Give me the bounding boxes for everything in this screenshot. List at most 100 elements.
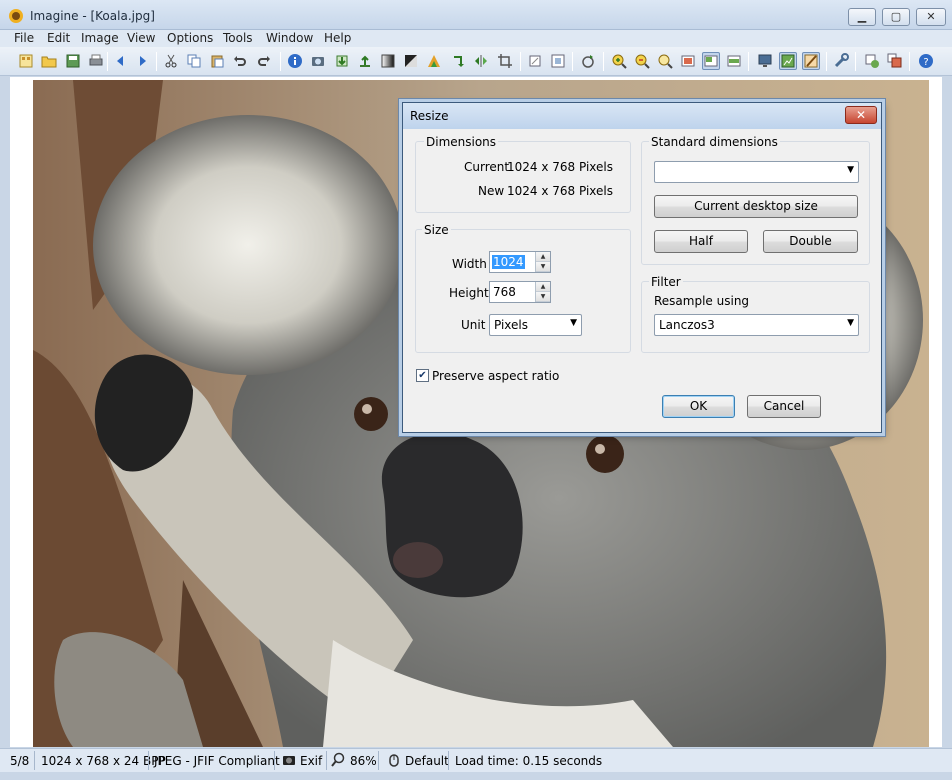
- dimensions-group-label: Dimensions: [424, 135, 499, 149]
- print-icon[interactable]: [87, 52, 105, 70]
- ok-button[interactable]: OK: [662, 395, 735, 418]
- maximize-button[interactable]: ▢: [882, 8, 910, 26]
- menu-window[interactable]: Window: [266, 31, 313, 45]
- contrast-icon[interactable]: [402, 52, 420, 70]
- height-label: Height: [449, 286, 489, 300]
- half-button[interactable]: Half: [654, 230, 748, 253]
- capture-icon[interactable]: [309, 52, 327, 70]
- plugin-icon[interactable]: [863, 52, 881, 70]
- window-bottom-border: [0, 772, 952, 780]
- status-profile: Default: [405, 754, 449, 768]
- toolbar-separator: [826, 52, 827, 71]
- resize-dialog: Resize ✕ Dimensions Current 1024 x 768 P…: [402, 102, 882, 433]
- fit-window-icon[interactable]: [679, 52, 697, 70]
- current-desktop-size-button[interactable]: Current desktop size: [654, 195, 858, 218]
- cancel-button[interactable]: Cancel: [747, 395, 821, 418]
- menu-file[interactable]: File: [14, 31, 34, 45]
- redo-icon[interactable]: [255, 52, 273, 70]
- toolbar-separator: [280, 52, 281, 71]
- height-down-arrow-icon[interactable]: ▼: [536, 292, 550, 302]
- dimensions-group: [415, 141, 631, 213]
- batch-icon[interactable]: [886, 52, 904, 70]
- menu-image[interactable]: Image: [81, 31, 119, 45]
- dialog-close-button[interactable]: ✕: [845, 106, 877, 124]
- color-icon[interactable]: [425, 52, 443, 70]
- previous-icon[interactable]: [111, 52, 129, 70]
- status-separator: [378, 751, 379, 770]
- paste-icon[interactable]: [208, 52, 226, 70]
- width-down-arrow-icon[interactable]: ▼: [536, 262, 550, 272]
- status-exif[interactable]: Exif: [300, 754, 322, 768]
- app-sunflower-icon: [8, 8, 24, 24]
- toolbar-separator: [748, 52, 749, 71]
- cut-icon[interactable]: [162, 52, 180, 70]
- flip-icon[interactable]: [472, 52, 490, 70]
- chevron-down-icon: ▼: [570, 318, 577, 328]
- resample-select[interactable]: Lanczos3 ▼: [654, 314, 859, 336]
- resize-icon[interactable]: [549, 52, 567, 70]
- new-label: New: [478, 184, 505, 198]
- copy-icon[interactable]: [185, 52, 203, 70]
- toolbar-separator: [572, 52, 573, 71]
- open-folder-icon[interactable]: [40, 52, 58, 70]
- resample-label: Resample using: [654, 294, 750, 308]
- menu-edit[interactable]: Edit: [47, 31, 70, 45]
- zoom-in-icon[interactable]: [610, 52, 628, 70]
- width-label: Width: [452, 257, 487, 271]
- zoom-tool-icon[interactable]: [656, 52, 674, 70]
- settings-icon[interactable]: [832, 52, 850, 70]
- monitor-icon[interactable]: [756, 52, 774, 70]
- menu-options[interactable]: Options: [167, 31, 213, 45]
- height-up-arrow-icon[interactable]: ▲: [536, 282, 550, 292]
- zoom-magnifier-icon: [330, 752, 346, 771]
- double-button[interactable]: Double: [763, 230, 858, 253]
- unit-select[interactable]: Pixels ▼: [489, 314, 582, 336]
- menu-tools[interactable]: Tools: [223, 31, 253, 45]
- minimize-button[interactable]: ▁: [848, 8, 876, 26]
- canvas-size-icon[interactable]: [526, 52, 544, 70]
- preserve-aspect-checkbox[interactable]: ✔: [416, 369, 429, 382]
- width-up-arrow-icon[interactable]: ▲: [536, 252, 550, 262]
- unit-label: Unit: [461, 318, 486, 332]
- save-icon[interactable]: [64, 52, 82, 70]
- current-label: Current: [464, 160, 510, 174]
- import-icon[interactable]: [333, 52, 351, 70]
- close-window-button[interactable]: ✕: [916, 8, 946, 26]
- rotate-icon[interactable]: [449, 52, 467, 70]
- crop-icon[interactable]: [496, 52, 514, 70]
- status-image-index: 5/8: [10, 754, 30, 768]
- status-separator: [148, 751, 149, 770]
- current-value: 1024 x 768 Pixels: [507, 160, 613, 174]
- next-icon[interactable]: [134, 52, 152, 70]
- status-dimensions: 1024 x 768 x 24 BPP: [41, 754, 166, 768]
- menu-help[interactable]: Help: [324, 31, 351, 45]
- toolbar-separator: [603, 52, 604, 71]
- thumbnail-icon[interactable]: [17, 52, 35, 70]
- status-separator: [326, 751, 327, 770]
- refresh-icon[interactable]: [579, 52, 597, 70]
- preserve-aspect-label[interactable]: Preserve aspect ratio: [432, 369, 559, 383]
- full-size-icon[interactable]: [702, 52, 720, 70]
- width-spinner[interactable]: 1024 ▲ ▼: [489, 251, 551, 273]
- height-field[interactable]: 768: [492, 285, 517, 299]
- standard-dimensions-select[interactable]: ▼: [654, 161, 859, 183]
- menu-view[interactable]: View: [127, 31, 155, 45]
- height-spinner[interactable]: 768 ▲ ▼: [489, 281, 551, 303]
- paint-icon[interactable]: [802, 52, 820, 70]
- dialog-title-bar[interactable]: Resize ✕: [403, 103, 881, 129]
- undo-icon[interactable]: [231, 52, 249, 70]
- gradient-icon[interactable]: [379, 52, 397, 70]
- help-icon[interactable]: ?: [917, 52, 935, 70]
- unit-select-value: Pixels: [494, 318, 529, 332]
- fit-width-icon[interactable]: [725, 52, 743, 70]
- width-field[interactable]: 1024: [492, 255, 525, 269]
- info-icon[interactable]: [286, 52, 304, 70]
- title-bar: Imagine - [Koala.jpg] ▁ ▢ ✕: [0, 0, 952, 30]
- zoom-out-icon[interactable]: [633, 52, 651, 70]
- export-icon[interactable]: [356, 52, 374, 70]
- standard-dimensions-group-label: Standard dimensions: [649, 135, 780, 149]
- dialog-title: Resize: [410, 109, 449, 123]
- exif-icon[interactable]: [281, 752, 297, 771]
- slideshow-icon[interactable]: [779, 52, 797, 70]
- status-separator: [274, 751, 275, 770]
